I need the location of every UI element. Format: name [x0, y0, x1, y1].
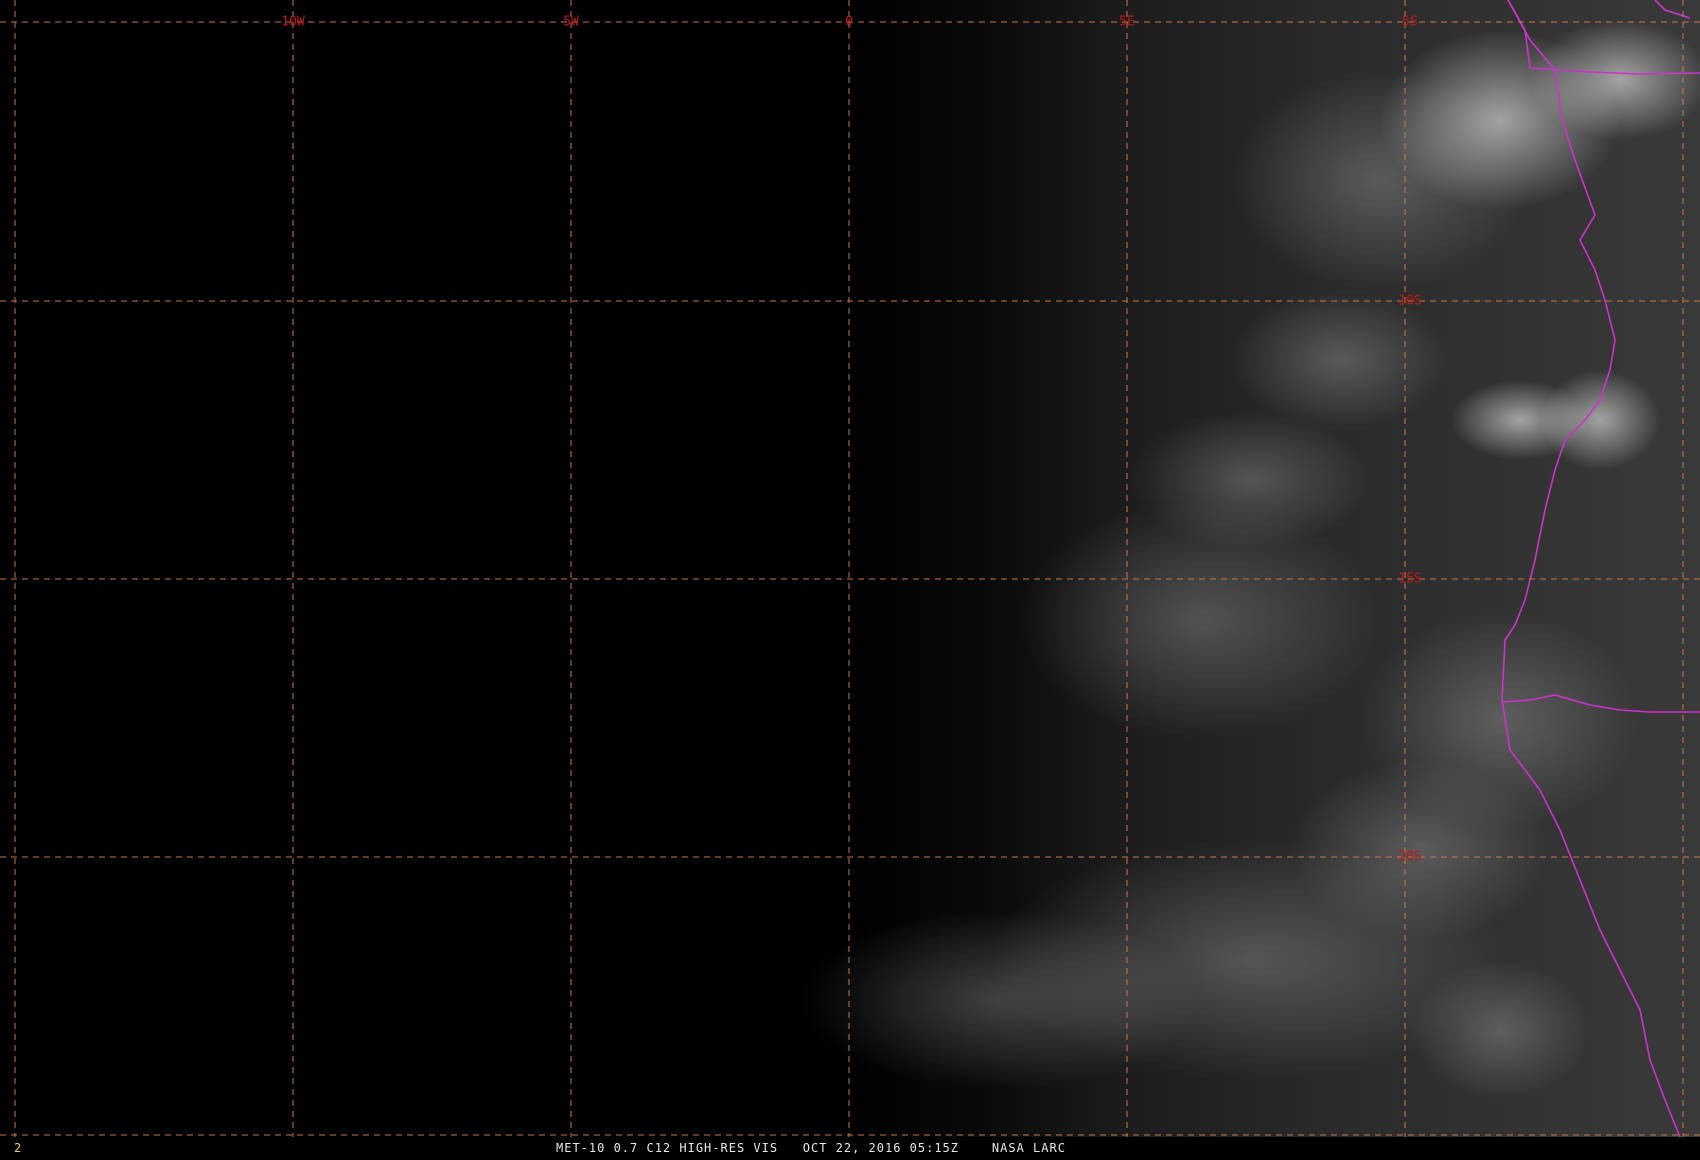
satellite-image: 10W 5W 0 5E 5S 10S 15S 20S	[0, 0, 1700, 1137]
lon-label-0: 0	[845, 15, 853, 30]
lat-label-15s: 15S	[1398, 572, 1421, 587]
status-bar: 2 MET-10 0.7 C12 HIGH-RES VIS OCT 22, 20…	[0, 1137, 1700, 1160]
satellite-viewer: 10W 5W 0 5E 5S 10S 15S 20S 2 MET-10 0.7 …	[0, 0, 1700, 1160]
lat-label-20s: 20S	[1398, 850, 1421, 865]
lat-label-10s: 10S	[1398, 294, 1421, 309]
lon-label-5e: 5E	[1119, 15, 1135, 30]
lat-label-5s: 5S	[1402, 15, 1418, 30]
lon-label-10w: 10W	[281, 15, 305, 30]
lon-label-5w: 5W	[563, 15, 579, 30]
frame-number: 2	[14, 1141, 23, 1155]
image-caption: MET-10 0.7 C12 HIGH-RES VIS OCT 22, 2016…	[556, 1141, 1066, 1155]
